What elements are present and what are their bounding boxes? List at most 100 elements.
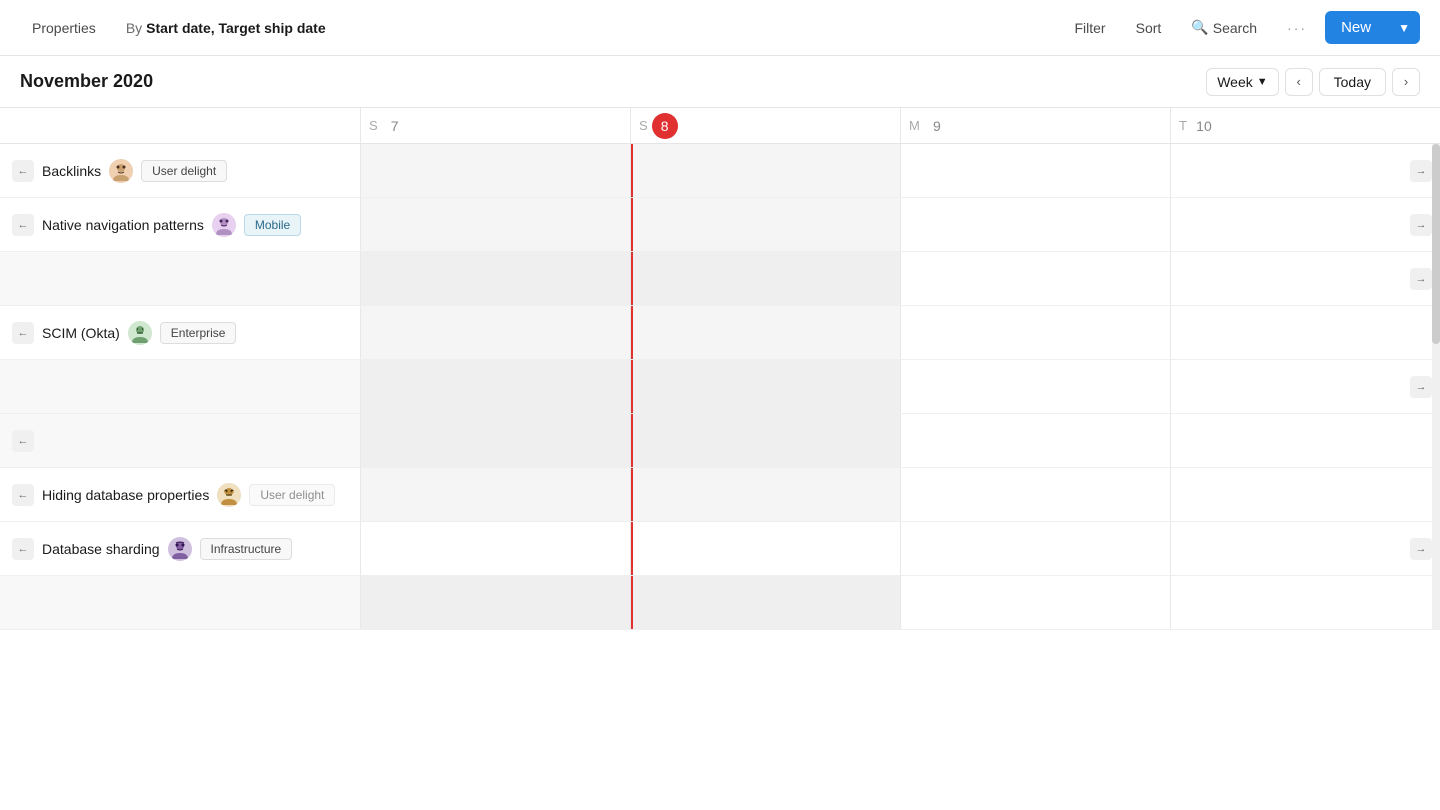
- cell-sharding-t10: [1170, 522, 1440, 575]
- right-arrow-backlinks[interactable]: →: [1410, 160, 1432, 182]
- search-label: Search: [1213, 20, 1257, 36]
- day-cols-header: S 7 S 8 M 9 T 10: [0, 108, 1440, 144]
- day-letter-s7: S: [369, 118, 378, 133]
- day-number-s7: 7: [382, 113, 408, 139]
- row-label-backlinks: ← Backlinks User delight: [0, 144, 360, 197]
- properties-label: Properties: [32, 20, 96, 36]
- table-row: ← Backlinks User delight →: [0, 144, 1440, 198]
- cell-empty2b-s7: [360, 414, 630, 467]
- right-arrow-native-nav[interactable]: →: [1410, 214, 1432, 236]
- avatar-scim: [128, 321, 152, 345]
- left-arrow-backlinks[interactable]: ←: [12, 160, 34, 182]
- filter-label: Filter: [1074, 20, 1105, 36]
- cell-bottom-t10: [1170, 576, 1440, 629]
- cell-backlinks-s8: [630, 144, 900, 197]
- day-col-s7: S 7: [360, 108, 630, 143]
- today-line-spacer1: [631, 252, 633, 305]
- today-line-spacer2a: [631, 360, 633, 413]
- sort-label: Sort: [1136, 20, 1162, 36]
- cell-hiding-m9: [900, 468, 1170, 521]
- day-number-s8: 8: [652, 113, 678, 139]
- today-line-bottom: [631, 576, 633, 629]
- cell-native-s8: [630, 198, 900, 251]
- today-line-scim: [631, 306, 633, 359]
- cell-backlinks-s7: [360, 144, 630, 197]
- cell-scim-m9: [900, 306, 1170, 359]
- new-button[interactable]: New ▼: [1325, 11, 1420, 44]
- cell-empty2a-s8: [630, 360, 900, 413]
- row-label-native-nav: ← Native navigation patterns Mobile: [0, 198, 360, 251]
- tag-hiding: User delight: [249, 484, 335, 506]
- right-arrow-sharding[interactable]: →: [1410, 538, 1432, 560]
- cell-empty1-s8: [630, 252, 900, 305]
- cell-native-t10: [1170, 198, 1440, 251]
- grid-row-bottom: [0, 576, 1440, 630]
- row-label-hiding: ← Hiding database properties User deligh…: [0, 468, 360, 521]
- cell-backlinks-m9: [900, 144, 1170, 197]
- cell-sharding-m9: [900, 522, 1170, 575]
- table-row: ← SCIM (Okta) Enterprise: [0, 306, 1440, 360]
- cell-empty1-s7: [360, 252, 630, 305]
- row-label-spacer: [0, 108, 360, 143]
- right-arrow-spacer2a[interactable]: →: [1410, 376, 1432, 398]
- cell-scim-s8: [630, 306, 900, 359]
- week-selector[interactable]: Week ▼: [1206, 68, 1278, 96]
- left-arrow-sharding[interactable]: ←: [12, 538, 34, 560]
- cell-hiding-s8: [630, 468, 900, 521]
- table-row: ← Hiding database properties User deligh…: [0, 468, 1440, 522]
- cell-empty2a-s7: [360, 360, 630, 413]
- scrollbar-thumb[interactable]: [1432, 144, 1440, 344]
- cell-hiding-t10: [1170, 468, 1440, 521]
- today-line-sharding: [631, 522, 633, 575]
- avatar-sharding: [168, 537, 192, 561]
- cell-empty2b-m9: [900, 414, 1170, 467]
- cell-scim-t10: [1170, 306, 1440, 359]
- left-arrow-native-nav[interactable]: ←: [12, 214, 34, 236]
- row-title-backlinks: Backlinks: [42, 163, 101, 179]
- cell-sharding-s8: [630, 522, 900, 575]
- cell-empty1-t10: [1170, 252, 1440, 305]
- by-button[interactable]: By Start date, Target ship date: [114, 14, 338, 42]
- row-title-hiding: Hiding database properties: [42, 487, 209, 503]
- by-value: Start date, Target ship date: [146, 20, 325, 36]
- cell-empty2b-s8: [630, 414, 900, 467]
- tag-native-nav: Mobile: [244, 214, 301, 236]
- search-button[interactable]: 🔍 Search: [1179, 13, 1269, 42]
- new-label: New: [1325, 11, 1387, 44]
- cell-sharding-s7: [360, 522, 630, 575]
- grid-row-spacer1: →: [0, 252, 1440, 306]
- month-year: November 2020: [20, 71, 153, 92]
- day-letter-m9: M: [909, 118, 920, 133]
- right-arrow-spacer1[interactable]: →: [1410, 268, 1432, 290]
- tag-scim: Enterprise: [160, 322, 237, 344]
- next-arrow[interactable]: ›: [1392, 68, 1420, 96]
- left-arrow-scim[interactable]: ←: [12, 322, 34, 344]
- properties-button[interactable]: Properties: [20, 14, 108, 42]
- day-number-m9: 9: [924, 113, 950, 139]
- cell-hiding-s7: [360, 468, 630, 521]
- search-icon: 🔍: [1191, 19, 1208, 36]
- sort-button[interactable]: Sort: [1124, 14, 1174, 42]
- today-button[interactable]: Today: [1319, 68, 1386, 96]
- grid-row-spacer2b: ←: [0, 414, 1440, 468]
- day-number-t10: 10: [1191, 113, 1217, 139]
- cell-empty2a-m9: [900, 360, 1170, 413]
- day-letter-s8: S: [639, 118, 648, 133]
- day-letter-t10: T: [1179, 118, 1187, 133]
- day-col-m9: M 9: [900, 108, 1170, 143]
- left-arrow-spacer2b[interactable]: ←: [12, 430, 34, 452]
- row-title-scim: SCIM (Okta): [42, 325, 120, 341]
- filter-button[interactable]: Filter: [1062, 14, 1117, 42]
- calendar-header: November 2020 Week ▼ ‹ Today ›: [0, 56, 1440, 108]
- today-line-native: [631, 198, 633, 251]
- avatar-hiding: [217, 483, 241, 507]
- today-line-spacer2b: [631, 414, 633, 467]
- left-arrow-hiding[interactable]: ←: [12, 484, 34, 506]
- cell-backlinks-t10: [1170, 144, 1440, 197]
- tag-backlinks: User delight: [141, 160, 227, 182]
- more-label: ···: [1287, 20, 1307, 36]
- more-button[interactable]: ···: [1275, 14, 1319, 42]
- grid-area: ← Backlinks User delight → ←: [0, 144, 1440, 630]
- prev-arrow[interactable]: ‹: [1285, 68, 1313, 96]
- row-label-bottom: [0, 576, 360, 629]
